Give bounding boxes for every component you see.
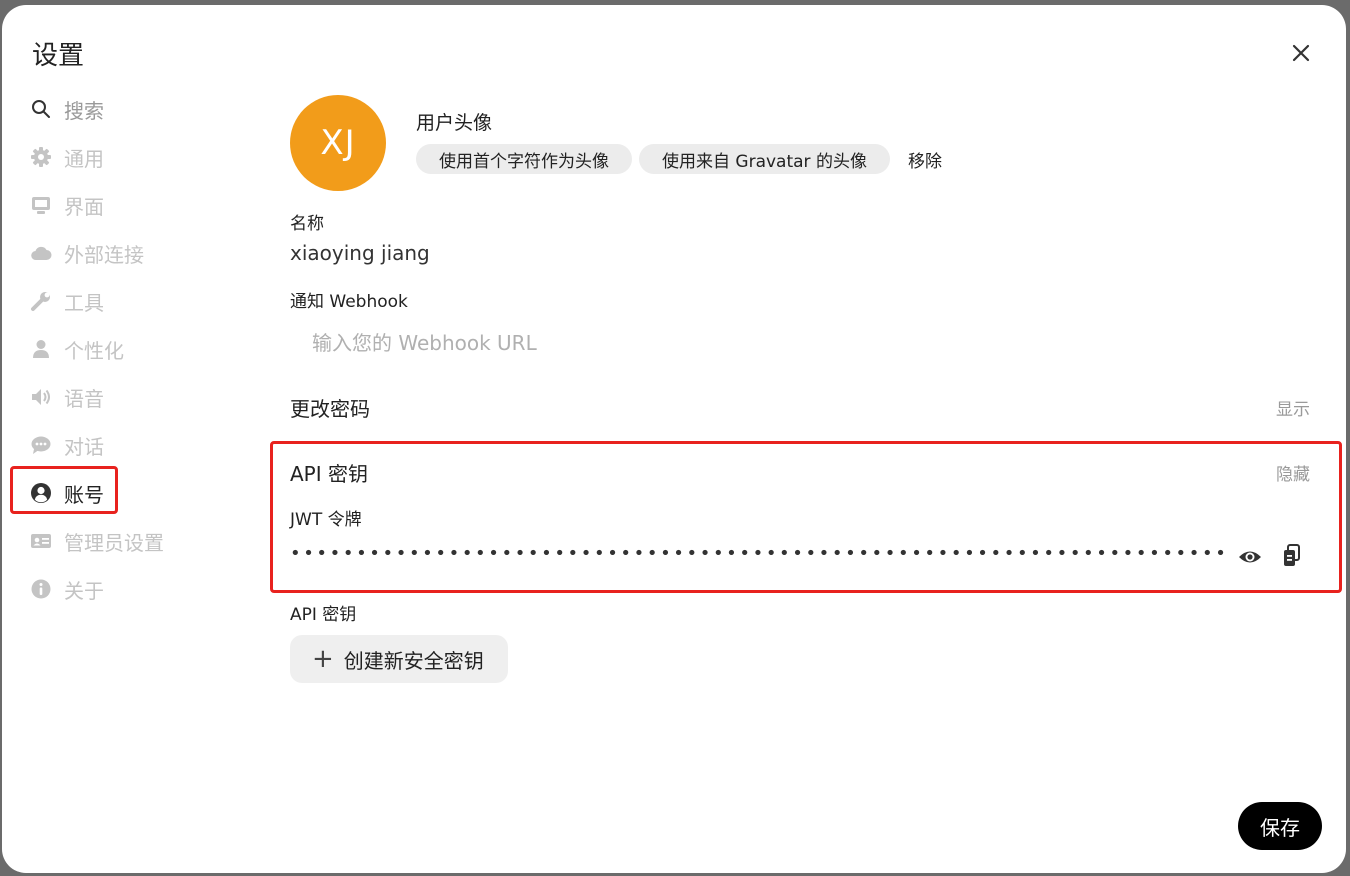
eye-icon[interactable] (1238, 547, 1262, 567)
create-api-key-label: 创建新安全密钥 (343, 648, 484, 673)
change-password-title: 更改密码 (290, 397, 370, 421)
wrench-icon (30, 290, 52, 312)
sidebar-item-label: 个性化 (64, 338, 124, 363)
sidebar-item-about[interactable]: 关于 (28, 565, 248, 613)
webhook-label: 通知 Webhook (290, 292, 408, 312)
person-icon (30, 338, 52, 360)
sidebar-item-connections[interactable]: 外部连接 (28, 229, 248, 277)
sidebar-item-label: 界面 (64, 194, 104, 219)
name-label: 名称 (290, 214, 324, 234)
monitor-icon (30, 194, 52, 216)
jwt-token-field[interactable]: ••••••••••••••••••••••••••••••••••••••••… (290, 543, 1230, 569)
webhook-input[interactable] (300, 325, 1224, 361)
speaker-icon (30, 386, 52, 408)
sidebar-item-label: 账号 (64, 482, 104, 507)
name-value[interactable]: xiaoying jiang (290, 241, 430, 265)
sidebar-item-label: 工具 (64, 290, 104, 315)
use-initials-button[interactable]: 使用首个字符作为头像 (416, 144, 632, 174)
sidebar-item-general[interactable]: 通用 (28, 133, 248, 181)
sidebar-item-search[interactable]: 搜索 (28, 85, 248, 133)
sidebar-item-tools[interactable]: 工具 (28, 277, 248, 325)
settings-sidebar: 搜索 通用 界面 外部连接 工具 个性化 语音 对话 账号 管理员设置 关于 (10, 85, 248, 613)
sidebar-item-chats[interactable]: 对话 (28, 421, 248, 469)
close-icon[interactable] (1289, 41, 1313, 65)
sidebar-item-label: 对话 (64, 434, 104, 459)
hide-api-keys-toggle[interactable]: 隐藏 (1276, 460, 1310, 485)
sidebar-item-label: 搜索 (64, 98, 104, 123)
sidebar-item-label: 管理员设置 (64, 530, 164, 555)
jwt-label: JWT 令牌 (290, 510, 362, 530)
use-gravatar-button[interactable]: 使用来自 Gravatar 的头像 (639, 144, 890, 174)
sidebar-item-account[interactable]: 账号 (10, 466, 248, 517)
api-keys-title: API 密钥 (290, 462, 368, 486)
avatar[interactable]: XJ (290, 95, 386, 191)
search-icon (30, 98, 52, 120)
api-key-highlight (270, 441, 1342, 593)
sidebar-item-personalization[interactable]: 个性化 (28, 325, 248, 373)
show-password-toggle[interactable]: 显示 (1276, 395, 1310, 420)
plus-icon: + (312, 644, 334, 674)
gear-icon (30, 146, 52, 168)
sidebar-item-interface[interactable]: 界面 (28, 181, 248, 229)
avatar-actions: 使用首个字符作为头像 使用来自 Gravatar 的头像 移除 (416, 144, 942, 174)
chat-bubble-icon (30, 434, 52, 456)
sidebar-item-label: 通用 (64, 146, 104, 171)
settings-dialog: 设置 搜索 通用 界面 外部连接 工具 个性化 语音 对话 账号 管理员设置 关… (2, 5, 1346, 873)
create-api-key-button[interactable]: + 创建新安全密钥 (290, 635, 508, 683)
remove-avatar-button[interactable]: 移除 (908, 147, 942, 172)
clipboard-icon[interactable] (1282, 544, 1302, 568)
user-circle-icon (30, 482, 52, 504)
cloud-icon (30, 242, 52, 264)
sidebar-item-admin-settings[interactable]: 管理员设置 (28, 517, 248, 565)
dialog-title: 设置 (32, 41, 85, 71)
sidebar-item-audio[interactable]: 语音 (28, 373, 248, 421)
id-card-icon (30, 530, 52, 552)
sidebar-item-label: 外部连接 (64, 242, 144, 267)
api-key-label: API 密钥 (290, 605, 357, 625)
save-button[interactable]: 保存 (1238, 802, 1322, 850)
avatar-title: 用户头像 (416, 112, 493, 134)
info-icon (30, 578, 52, 600)
sidebar-item-label: 关于 (64, 578, 104, 603)
sidebar-item-label: 语音 (64, 386, 104, 411)
